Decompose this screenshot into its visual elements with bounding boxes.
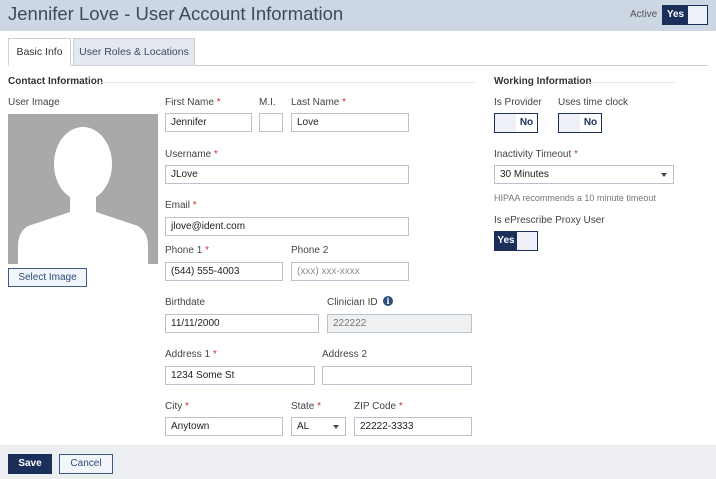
username-input[interactable]: JLove xyxy=(165,165,409,184)
contact-section-title: Contact Information xyxy=(8,76,103,87)
is-provider-toggle[interactable]: No xyxy=(494,113,538,133)
address2-label: Address 2 xyxy=(322,349,368,360)
page-title: Jennifer Love - User Account Information xyxy=(8,3,344,24)
active-toggle[interactable]: Yes xyxy=(662,5,708,25)
username-label: Username * xyxy=(165,149,218,160)
email-input[interactable]: jlove@ident.com xyxy=(165,217,409,236)
inactivity-timeout-hint: HIPAA recommends a 10 minute timeout xyxy=(494,193,656,203)
tab-user-roles-locations[interactable]: User Roles & Locations xyxy=(73,38,195,66)
address1-label: Address 1 * xyxy=(165,349,217,360)
uses-time-clock-toggle-no: No xyxy=(580,114,601,132)
active-toggle-yes: Yes xyxy=(663,6,688,24)
working-section-title: Working Information xyxy=(494,76,592,87)
eprescribe-proxy-label: Is ePrescribe Proxy User xyxy=(494,215,605,226)
info-icon[interactable]: i xyxy=(383,296,393,306)
state-select-value: AL xyxy=(297,421,310,432)
mi-input[interactable] xyxy=(259,113,283,132)
mi-label: M.I. xyxy=(259,97,276,108)
active-label: Active xyxy=(630,9,658,20)
save-button[interactable]: Save xyxy=(8,454,52,474)
phone2-label: Phone 2 xyxy=(291,245,329,256)
uses-time-clock-label: Uses time clock xyxy=(558,97,629,108)
first-name-label: First Name * xyxy=(165,97,221,108)
chevron-down-icon xyxy=(333,425,339,429)
state-label: State * xyxy=(291,401,322,412)
cancel-button[interactable]: Cancel xyxy=(59,454,113,474)
last-name-input[interactable]: Love xyxy=(291,113,409,132)
phone1-input[interactable]: (544) 555-4003 xyxy=(165,262,283,281)
contact-section-rule xyxy=(100,82,475,83)
phone2-input[interactable]: (xxx) xxx-xxxx xyxy=(291,262,409,281)
user-silhouette-icon xyxy=(18,127,148,264)
eprescribe-proxy-toggle-yes: Yes xyxy=(495,232,517,250)
state-select[interactable]: AL xyxy=(291,417,346,436)
birthdate-input[interactable]: 11/11/2000 xyxy=(165,314,319,333)
footer-bar: Save Cancel xyxy=(0,445,716,479)
is-provider-toggle-no: No xyxy=(516,114,537,132)
inactivity-timeout-label: Inactivity Timeout * xyxy=(494,149,578,160)
inactivity-timeout-select[interactable]: 30 Minutes xyxy=(494,165,674,184)
working-section-rule xyxy=(590,82,675,83)
address2-input[interactable] xyxy=(322,366,472,385)
clinician-id-label: Clinician ID xyxy=(327,297,378,308)
email-label: Email * xyxy=(165,200,197,211)
last-name-label: Last Name * xyxy=(291,97,347,108)
user-image-label: User Image xyxy=(8,97,60,108)
phone1-label: Phone 1 * xyxy=(165,245,209,256)
address1-input[interactable]: 1234 Some St xyxy=(165,366,315,385)
uses-time-clock-toggle[interactable]: No xyxy=(558,113,602,133)
inactivity-timeout-value: 30 Minutes xyxy=(500,169,549,180)
page-header: Jennifer Love - User Account Information… xyxy=(0,0,716,31)
select-image-button[interactable]: Select Image xyxy=(8,268,87,287)
avatar xyxy=(8,114,158,264)
is-provider-label: Is Provider xyxy=(494,97,542,108)
zip-input[interactable]: 22222-3333 xyxy=(354,417,472,436)
first-name-input[interactable]: Jennifer xyxy=(165,113,252,132)
city-label: City * xyxy=(165,401,189,412)
chevron-down-icon xyxy=(661,173,667,177)
tab-basic-info[interactable]: Basic Info xyxy=(8,38,71,66)
clinician-id-input: 222222 xyxy=(327,314,472,333)
birthdate-label: Birthdate xyxy=(165,297,206,308)
city-input[interactable]: Anytown xyxy=(165,417,283,436)
zip-label: ZIP Code * xyxy=(354,401,403,412)
eprescribe-proxy-toggle[interactable]: Yes xyxy=(494,231,538,251)
